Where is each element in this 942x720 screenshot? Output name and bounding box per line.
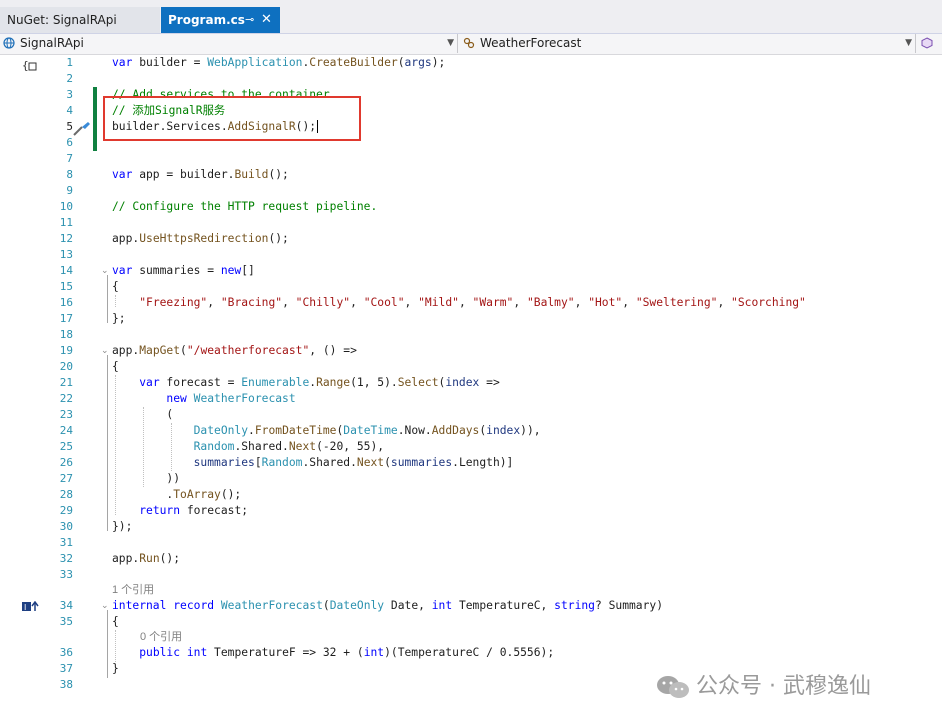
code-line-35: { [112,615,119,628]
line-number: 16 [59,296,73,309]
line-number: 3 [66,88,73,101]
type-name: WeatherForecast [480,36,582,50]
line-number: 4 [66,104,73,117]
member-dropdown[interactable] [918,34,942,53]
line-number: 8 [66,168,73,181]
code-line-20: { [112,360,119,373]
line-number: 31 [59,536,73,549]
code-line-19: app.MapGet("/weatherforecast", () => [112,344,357,357]
tab-nuget-signalrapi[interactable]: NuGet: SignalRApi [0,7,160,33]
line-number: 38 [59,678,73,691]
outline-guide [107,355,108,531]
code-line-10: // Configure the HTTP request pipeline. [112,200,378,213]
line-number: 6 [66,136,73,149]
line-number: 18 [59,328,73,341]
line-number: 1 [66,56,73,69]
line-number: 24 [59,424,73,437]
reference-codelens[interactable]: 1 个引用 [112,582,154,598]
navigation-bar: SignalRApi ▼ WeatherForecast ▼ [0,34,942,55]
wechat-icon [657,676,689,698]
line-number: 15 [59,280,73,293]
outline-guide [107,610,108,678]
tab-label: Program.cs [168,13,245,27]
chevron-down-icon: ▼ [905,38,912,48]
code-line-34: internal record WeatherForecast(DateOnly… [112,599,663,612]
line-number: 12 [59,232,73,245]
line-number: 33 [59,568,73,581]
line-number: 21 [59,376,73,389]
line-number: 35 [59,615,73,628]
reference-codelens[interactable]: 0 个引用 [140,629,182,645]
line-number: 9 [66,184,73,197]
line-number: 25 [59,440,73,453]
code-line-36: public int TemperatureF => 32 + (int)(Te… [139,646,555,659]
line-number: 23 [59,408,73,421]
line-number: 7 [66,152,73,165]
line-number: 10 [59,200,73,213]
code-line-21: var forecast = Enumerable.Range(1, 5).Se… [139,376,500,389]
class-icon [463,37,475,49]
line-number: 17 [59,312,73,325]
line-number: 29 [59,504,73,517]
line-number: 19 [59,344,73,357]
watermark-text: 公众号 · 武穆逸仙 [696,674,871,699]
watermark: 公众号 · 武穆逸仙 [656,668,871,699]
document-tab-bar: NuGet: SignalRApi Program.cs ⊸ ✕ [0,0,942,34]
line-number: 13 [59,248,73,261]
code-line-14: var summaries = new[] [112,264,255,277]
code-line-28: .ToArray(); [112,488,242,501]
tab-label: NuGet: SignalRApi [7,13,117,27]
line-number: 14 [59,264,73,277]
code-line-27: )) [112,472,181,485]
line-number: 28 [59,488,73,501]
code-lens-icon: { [22,59,37,72]
line-number-current: 5 [66,120,73,133]
svg-text:I: I [24,603,26,612]
globe-icon [3,37,15,49]
glyph-margin [0,55,20,720]
svg-text:{: { [22,59,29,72]
line-number: 11 [59,216,73,229]
code-line-1: var builder = WebApplication.CreateBuild… [112,56,446,69]
project-name: SignalRApi [20,36,84,50]
code-line-12: app.UseHttpsRedirection(); [112,232,289,245]
line-number: 20 [59,360,73,373]
line-number: 37 [59,662,73,675]
project-dropdown[interactable]: SignalRApi ▼ [0,34,458,53]
code-line-16: "Freezing", "Bracing", "Chilly", "Cool",… [139,296,806,309]
tab-program-cs[interactable]: Program.cs ⊸ ✕ [161,7,280,33]
code-line-17: }; [112,312,126,325]
line-number: 36 [59,646,73,659]
type-dropdown[interactable]: WeatherForecast ▼ [460,34,916,53]
code-line-22: new WeatherForecast [166,392,296,405]
code-line-37: } [112,662,119,675]
code-line-26: summaries[Random.Shared.Next(summaries.L… [193,456,514,469]
line-number: 22 [59,392,73,405]
cube-icon [921,37,933,49]
line-number: 30 [59,520,73,533]
code-line-8: var app = builder.Build(); [112,168,289,181]
line-number: 34 [59,599,73,612]
code-line-29: return forecast; [139,504,249,517]
code-editor[interactable]: { I 1 2 3 4 5 6 7 8 9 10 11 12 13 14 15 … [0,55,942,720]
line-number: 2 [66,72,73,85]
close-icon[interactable]: ✕ [261,7,272,33]
code-line-15: { [112,280,119,293]
outline-guide [107,275,108,323]
line-number: 26 [59,456,73,469]
code-line-30: }); [112,520,133,533]
quick-action-brush-icon[interactable] [72,121,92,137]
code-line-24: DateOnly.FromDateTime(DateTime.Now.AddDa… [193,424,541,437]
code-line-23: ( [112,408,174,421]
line-number: 32 [59,552,73,565]
code-line-32: app.Run(); [112,552,181,565]
change-tracking-bar [93,87,97,151]
pin-icon[interactable]: ⊸ [245,7,254,33]
annotation-highlight-box [103,96,361,141]
chevron-down-icon: ▼ [447,38,454,48]
line-number: 27 [59,472,73,485]
code-line-25: Random.Shared.Next(-20, 55), [193,440,385,453]
